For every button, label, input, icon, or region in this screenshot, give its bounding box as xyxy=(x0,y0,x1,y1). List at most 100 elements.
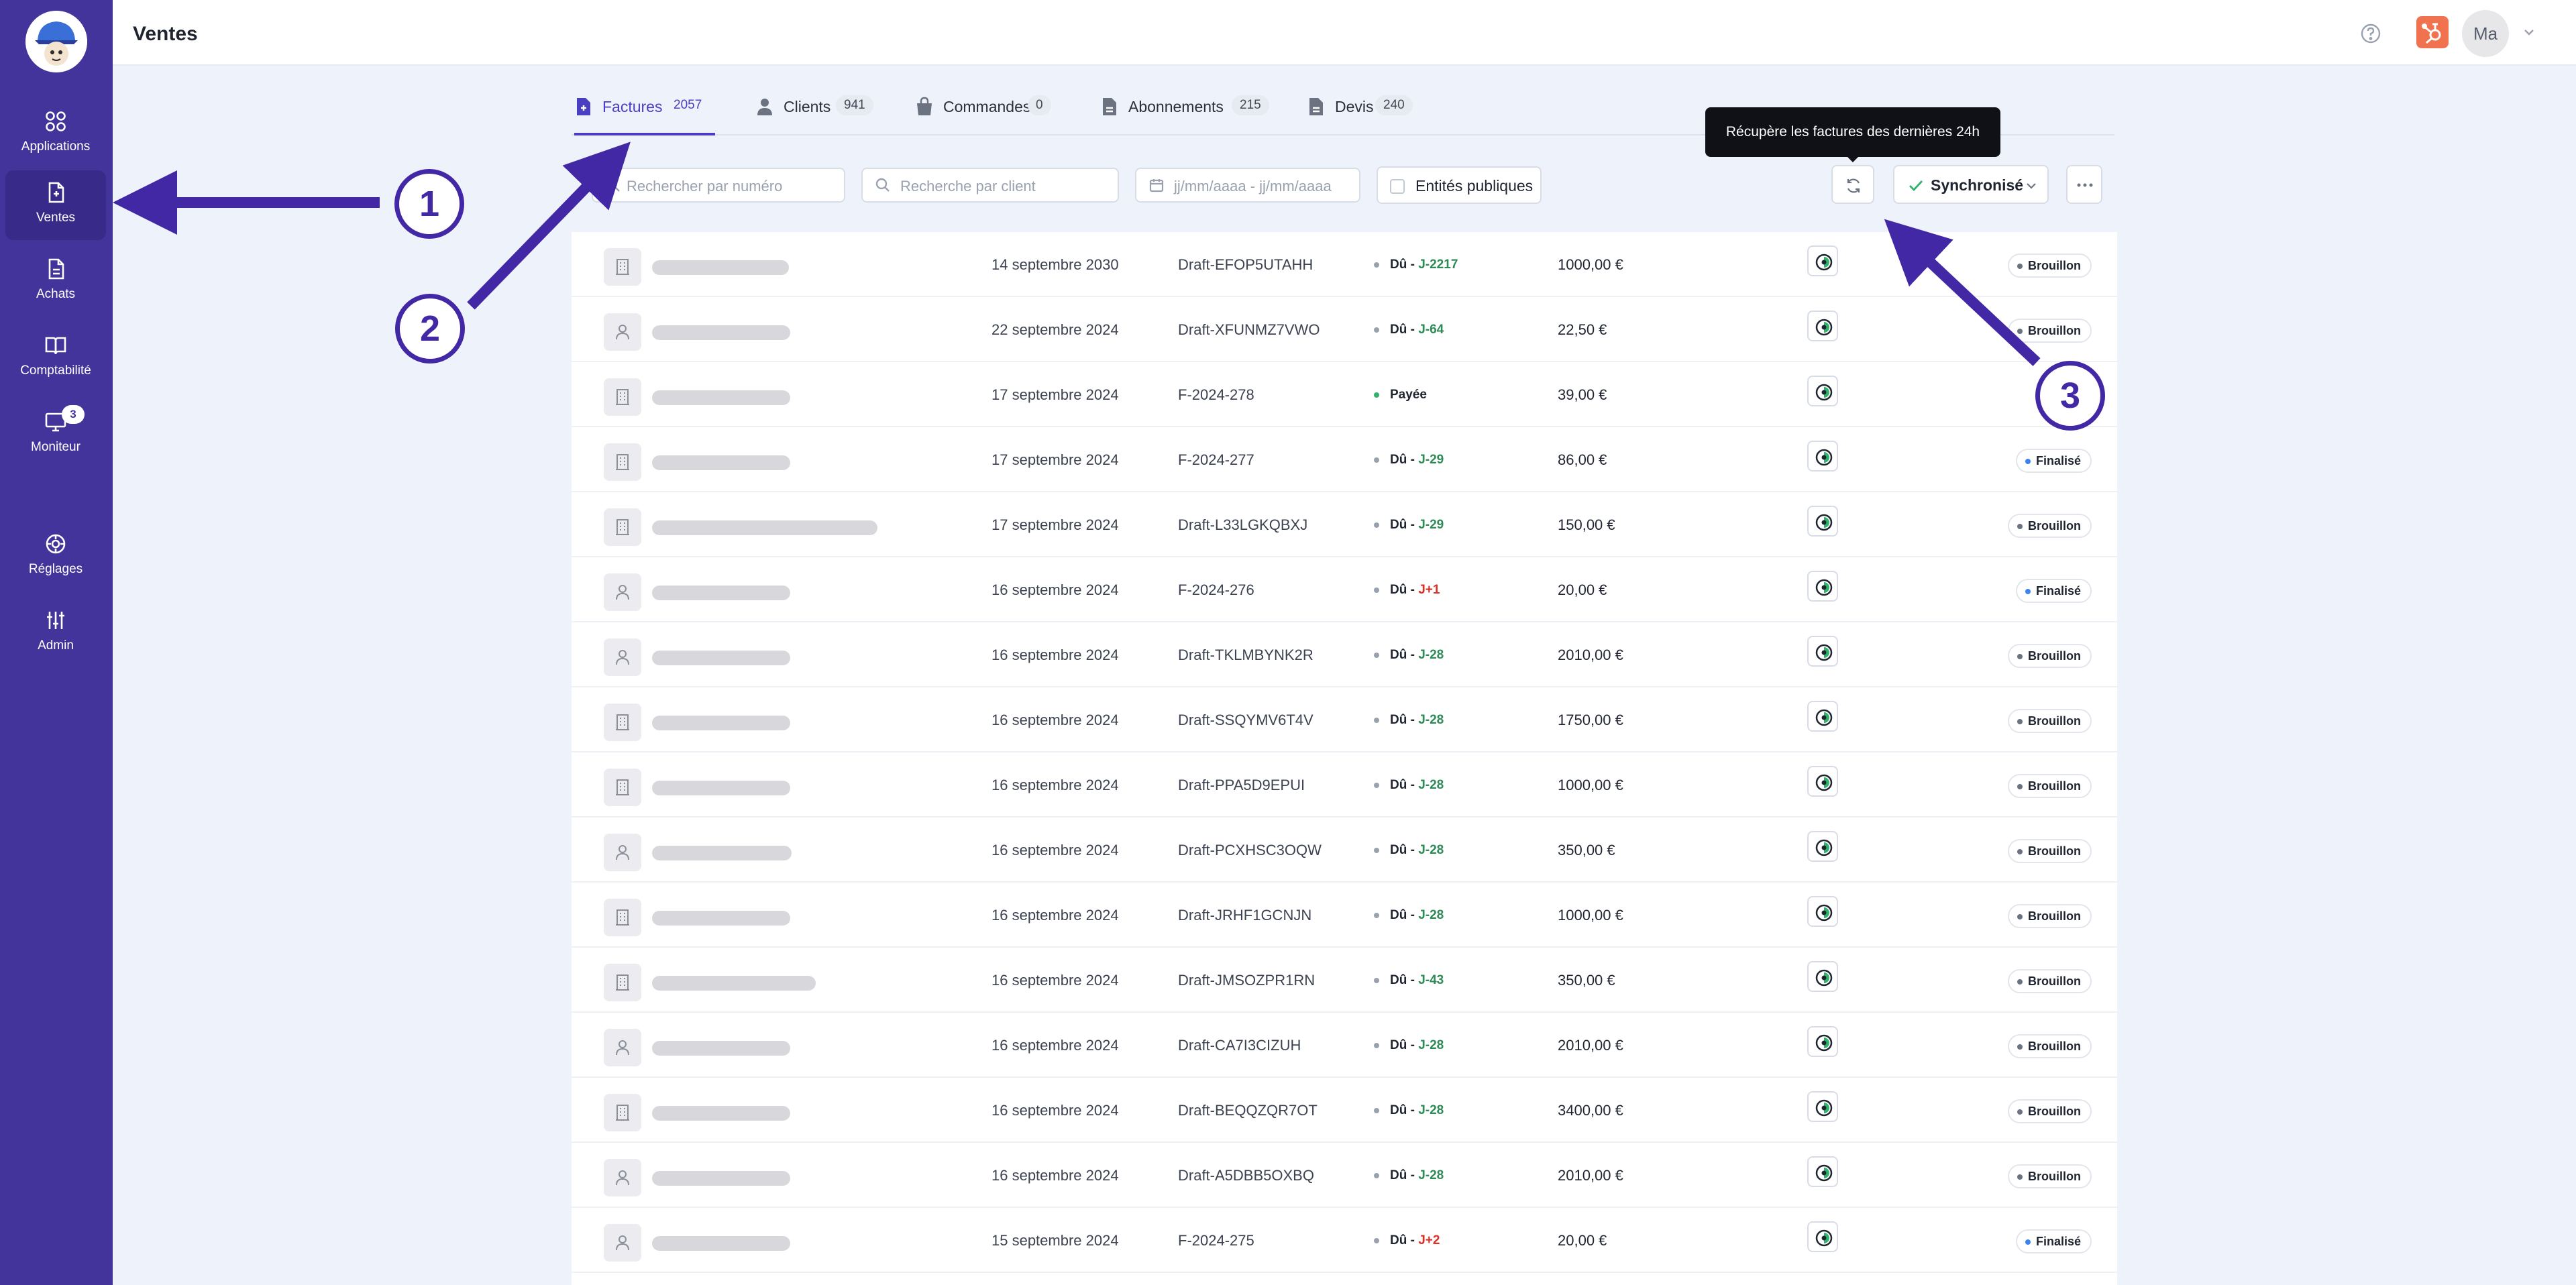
company-avatar xyxy=(604,704,641,741)
payment-status: Dû - J-28 xyxy=(1374,1103,1444,1118)
client-name-redacted xyxy=(652,260,789,275)
sync-status-dropdown[interactable]: Synchronisé xyxy=(1893,165,2049,204)
chevron-down-icon[interactable] xyxy=(2522,27,2536,38)
badge-label: Brouillon xyxy=(2028,259,2081,272)
public-entities-toggle[interactable]: Entités publiques xyxy=(1377,166,1542,204)
tab-abonnements[interactable]: Abonnements 215 xyxy=(1100,93,1281,134)
payment-status: Dû - J-28 xyxy=(1374,778,1444,793)
user-avatar[interactable]: Ma xyxy=(2462,10,2509,57)
invoice-date: 16 septembre 2024 xyxy=(991,842,1119,858)
tab-commandes[interactable]: Commandes 0 xyxy=(915,93,1076,134)
tab-clients[interactable]: Clients 941 xyxy=(755,93,890,134)
table-row[interactable]: 17 septembre 2024 Draft-L33LGKQBXJ Dû - J-… xyxy=(572,492,2117,557)
hubspot-icon[interactable] xyxy=(2416,16,2449,48)
table-row[interactable]: 16 septembre 2024 Draft-PCXHSC3OQW Dû - J-… xyxy=(572,818,2117,883)
table-row[interactable]: 16 septembre 2024 Draft-JMSOZPR1RN Dû - J-… xyxy=(572,948,2117,1013)
payment-status: Dû - J-28 xyxy=(1374,1168,1444,1183)
sync-status-button[interactable] xyxy=(1807,766,1838,797)
invoice-amount: 3400,00 € xyxy=(1558,1102,1623,1119)
client-name-redacted xyxy=(652,325,790,340)
person-avatar xyxy=(604,1159,641,1196)
search-client-input[interactable]: Recherche par client xyxy=(861,168,1119,203)
sync-status-icon xyxy=(1815,839,1833,856)
table-row[interactable]: 22 septembre 2024 Draft-XFUNMZ7VWO Dû - J-… xyxy=(572,297,2117,362)
sync-status-button[interactable] xyxy=(1807,701,1838,732)
public-entities-checkbox[interactable] xyxy=(1390,179,1405,194)
user-icon xyxy=(616,1235,629,1251)
sidebar-item-ventes[interactable]: Ventes xyxy=(5,170,106,240)
badge-dot xyxy=(2017,329,2023,335)
refresh-button[interactable] xyxy=(1831,165,1874,204)
sidebar-item-reglages[interactable]: Réglages xyxy=(5,522,106,592)
table-row[interactable]: 16 septembre 2024 Draft-TKLMBYNK2R Dû - J-… xyxy=(572,622,2117,687)
payment-status: Dû - J-43 xyxy=(1374,973,1444,988)
sync-status-button[interactable] xyxy=(1807,245,1838,276)
table-row[interactable]: 16 septembre 2024 Draft-A5DBB5OXBQ Dû - J-… xyxy=(572,1143,2117,1208)
status-dot xyxy=(1374,912,1379,918)
sync-status-button[interactable] xyxy=(1807,1156,1838,1187)
app-logo[interactable] xyxy=(25,11,87,72)
sync-status-button[interactable] xyxy=(1807,961,1838,992)
status-dot xyxy=(1374,457,1379,463)
invoice-date: 16 septembre 2024 xyxy=(991,1167,1119,1184)
tab-devis[interactable]: Devis 240 xyxy=(1307,93,1428,134)
table-row[interactable]: 16 septembre 2024 Draft-CA7I3CIZUH Dû - J-… xyxy=(572,1013,2117,1078)
client-name-redacted xyxy=(652,716,790,730)
status-label: Dû xyxy=(1390,1103,1407,1117)
sidebar-item-admin[interactable]: Admin xyxy=(5,598,106,668)
sidebar-item-comptabilite[interactable]: Comptabilité xyxy=(5,323,106,393)
table-row[interactable]: 16 septembre 2024 Draft-PPA5D9EPUI Dû - J-… xyxy=(572,752,2117,818)
invoice-number: F-2024-276 xyxy=(1178,581,1254,598)
table-row[interactable]: 17 septembre 2024 F-2024-278 Payée 39,00 € xyxy=(572,362,2117,427)
client-name-redacted xyxy=(652,520,877,535)
search-number-input[interactable]: Rechercher par numéro xyxy=(592,168,845,203)
sync-status-button[interactable] xyxy=(1807,1091,1838,1122)
badge-dot xyxy=(2017,914,2023,920)
badge-label: Brouillon xyxy=(2028,779,2081,793)
sidebar-item-moniteur[interactable]: 3 Moniteur xyxy=(5,400,106,469)
invoice-amount: 2010,00 € xyxy=(1558,1037,1623,1054)
status-label: Dû xyxy=(1390,1233,1407,1247)
table-row[interactable]: 16 septembre 2024 F-2024-276 Dû - J+1 20,00… xyxy=(572,557,2117,622)
sync-status-button[interactable] xyxy=(1807,311,1838,341)
sync-status-button[interactable] xyxy=(1807,571,1838,602)
sync-status-button[interactable] xyxy=(1807,1026,1838,1057)
person-avatar xyxy=(604,573,641,611)
tab-factures[interactable]: Factures 2057 xyxy=(574,93,715,135)
table-row[interactable]: 16 septembre 2024 Draft-JRHF1GCNJN Dû - J-… xyxy=(572,883,2117,948)
status-separator: - xyxy=(1407,843,1419,857)
status-badge: Finalisé xyxy=(2015,579,2092,603)
status-separator: - xyxy=(1407,1103,1419,1117)
sidebar-item-applications[interactable]: Applications xyxy=(5,99,106,169)
sync-status-button[interactable] xyxy=(1807,896,1838,927)
status-dot xyxy=(1374,522,1379,528)
table-row[interactable]: 17 septembre 2024 F-2024-277 Dû - J-29 86,0… xyxy=(572,427,2117,492)
user-icon xyxy=(616,1040,629,1056)
sync-status-icon xyxy=(1815,449,1833,466)
table-row[interactable]: 16 septembre 2024 Draft-SSQYMV6T4V Dû - J-… xyxy=(572,687,2117,752)
sync-status-button[interactable] xyxy=(1807,506,1838,537)
grid-icon xyxy=(46,111,66,131)
due-days: J-28 xyxy=(1418,1038,1444,1052)
badge-label: Finalisé xyxy=(2035,584,2081,598)
payment-status: Dû - J-64 xyxy=(1374,323,1444,337)
sidebar-item-achats[interactable]: Achats xyxy=(5,247,106,317)
help-icon[interactable] xyxy=(2360,23,2381,44)
sync-status-button[interactable] xyxy=(1807,376,1838,406)
invoice-number: Draft-L33LGKQBXJ xyxy=(1178,516,1308,533)
due-days: J-28 xyxy=(1418,1168,1444,1182)
status-dot xyxy=(1374,652,1379,658)
badge-dot xyxy=(2017,784,2023,790)
sync-status-button[interactable] xyxy=(1807,441,1838,471)
table-row[interactable]: 15 septembre 2024 F-2024-275 Dû - J+2 20,00… xyxy=(572,1208,2117,1273)
tab-count: 240 xyxy=(1375,95,1413,115)
date-range-input[interactable]: jj/mm/aaaa - jj/mm/aaaa xyxy=(1135,168,1360,203)
sync-status-button[interactable] xyxy=(1807,1221,1838,1252)
sync-status-button[interactable] xyxy=(1807,831,1838,862)
person-avatar xyxy=(604,1029,641,1066)
more-options-button[interactable] xyxy=(2066,165,2102,204)
table-row[interactable]: 16 septembre 2024 Draft-BEQQZQR7OT Dû - J-… xyxy=(572,1078,2117,1143)
badge-label: Brouillon xyxy=(2028,1105,2081,1118)
sync-status-button[interactable] xyxy=(1807,636,1838,667)
table-row[interactable]: 14 septembre 2030 Draft-EFOP5UTAHH Dû - J-… xyxy=(572,232,2117,297)
